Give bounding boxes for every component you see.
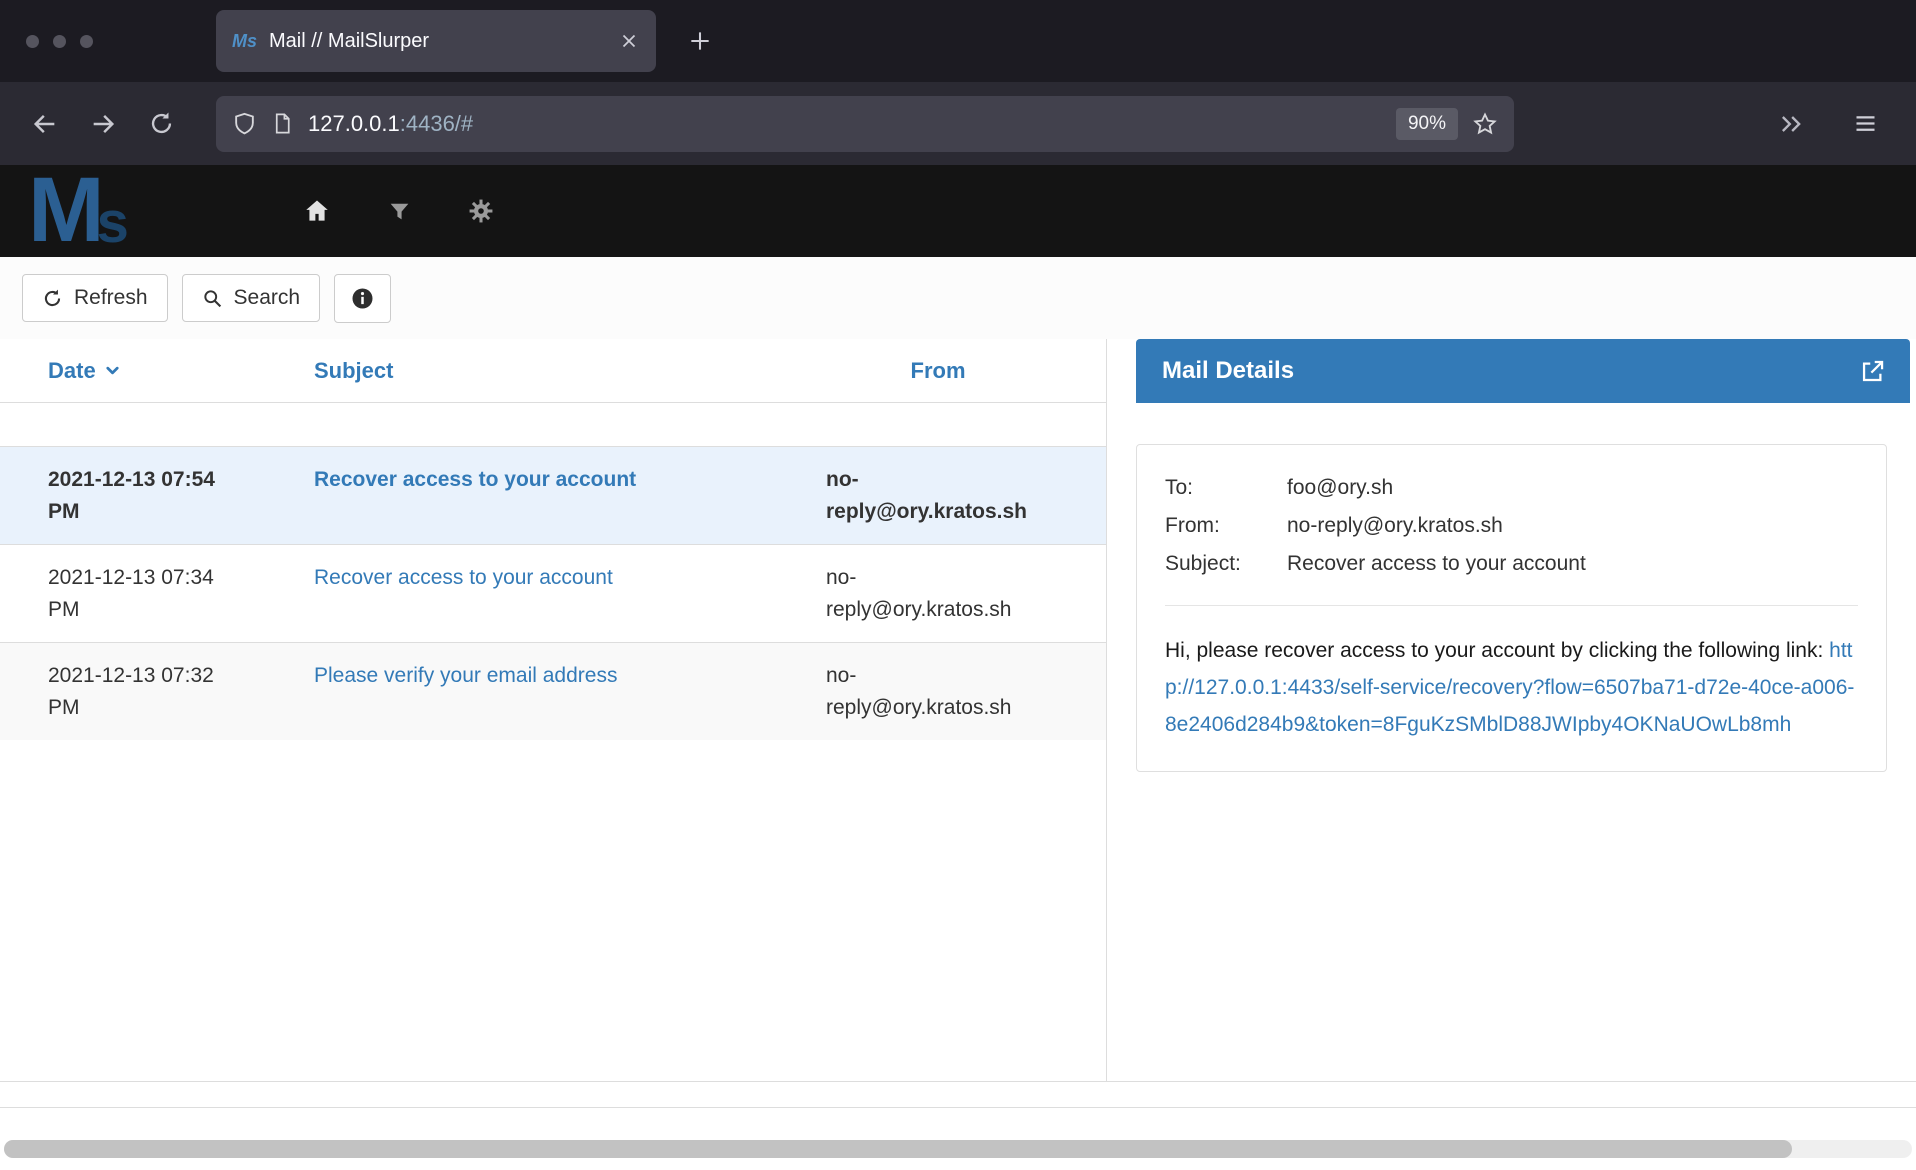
mail-date: 2021-12-13 07:34 PM bbox=[0, 562, 314, 626]
mail-list-panel: Date Subject From 2021-12-13 07:54 PM Re… bbox=[0, 339, 1107, 1081]
logo-m: M bbox=[28, 173, 105, 248]
settings-gear-icon[interactable] bbox=[458, 188, 504, 234]
mail-subject-link[interactable]: Recover access to your account bbox=[314, 566, 613, 589]
details-divider bbox=[1165, 605, 1858, 606]
subject-header-label: Subject bbox=[314, 358, 393, 384]
logo-s: s bbox=[97, 200, 129, 246]
mail-details-card: To: foo@ory.sh From: no-reply@ory.kratos… bbox=[1136, 444, 1887, 772]
mail-from: no-reply@ory.kratos.sh bbox=[810, 660, 1106, 724]
mail-list-row[interactable]: 2021-12-13 07:34 PM Recover access to yo… bbox=[0, 544, 1106, 642]
bookmark-star-icon[interactable] bbox=[1472, 111, 1498, 137]
column-header-subject[interactable]: Subject bbox=[314, 358, 810, 384]
browser-tab-bar: Ms Mail // MailSlurper bbox=[0, 0, 1916, 82]
app-header: M s bbox=[0, 165, 1916, 257]
open-external-icon[interactable] bbox=[1859, 358, 1886, 385]
url-bar[interactable]: 127.0.0.1:4436/# 90% bbox=[216, 96, 1514, 152]
url-host: 127.0.0.1 bbox=[308, 111, 400, 136]
mail-from: no-reply@ory.kratos.sh bbox=[810, 562, 1106, 626]
mail-list-row[interactable]: 2021-12-13 07:54 PM Recover access to yo… bbox=[0, 446, 1106, 544]
tab-close-icon[interactable] bbox=[618, 30, 640, 52]
date-header-label: Date bbox=[48, 358, 96, 384]
horizontal-scrollbar-track bbox=[4, 1140, 1912, 1158]
tab-title: Mail // MailSlurper bbox=[269, 30, 608, 53]
url-text[interactable]: 127.0.0.1:4436/# bbox=[308, 111, 1382, 137]
horizontal-scrollbar-thumb[interactable] bbox=[4, 1140, 1792, 1158]
mail-details-title: Mail Details bbox=[1162, 357, 1859, 385]
back-button[interactable] bbox=[16, 96, 74, 152]
from-label: From: bbox=[1165, 507, 1287, 545]
mail-list-header: Date Subject From bbox=[0, 339, 1106, 403]
detail-to-row: To: foo@ory.sh bbox=[1165, 469, 1858, 507]
home-icon[interactable] bbox=[294, 188, 340, 234]
info-button[interactable] bbox=[334, 274, 391, 323]
browser-tab[interactable]: Ms Mail // MailSlurper bbox=[216, 10, 656, 72]
mail-subject-link[interactable]: Recover access to your account bbox=[314, 468, 636, 491]
mail-body-text: Hi, please recover access to your accoun… bbox=[1165, 639, 1829, 662]
mail-list-row[interactable]: 2021-12-13 07:32 PM Please verify your e… bbox=[0, 642, 1106, 740]
search-label: Search bbox=[234, 286, 301, 310]
mail-rows: 2021-12-13 07:54 PM Recover access to yo… bbox=[0, 446, 1106, 740]
from-header-label: From bbox=[911, 358, 966, 384]
window-dot[interactable] bbox=[80, 35, 93, 48]
window-dot[interactable] bbox=[26, 35, 39, 48]
toolbar: Refresh Search bbox=[0, 257, 1916, 339]
page-info-icon[interactable] bbox=[271, 112, 294, 135]
mailslurper-favicon-icon: Ms bbox=[232, 31, 257, 52]
detail-subject-row: Subject: Recover access to your account bbox=[1165, 545, 1858, 583]
zoom-level-badge[interactable]: 90% bbox=[1396, 108, 1458, 140]
search-button[interactable]: Search bbox=[182, 274, 321, 322]
detail-from-row: From: no-reply@ory.kratos.sh bbox=[1165, 507, 1858, 545]
mail-date: 2021-12-13 07:54 PM bbox=[0, 464, 314, 528]
menu-hamburger-icon[interactable] bbox=[1836, 96, 1894, 152]
column-header-from[interactable]: From bbox=[810, 358, 1106, 384]
search-icon bbox=[202, 288, 223, 309]
mailslurper-logo: M s bbox=[28, 173, 228, 248]
forward-button[interactable] bbox=[74, 96, 132, 152]
subject-value: Recover access to your account bbox=[1287, 545, 1858, 583]
refresh-icon bbox=[42, 288, 63, 309]
refresh-button[interactable]: Refresh bbox=[22, 274, 168, 322]
bottom-strip bbox=[0, 1108, 1916, 1169]
subject-label: Subject: bbox=[1165, 545, 1287, 583]
overflow-chevrons-icon[interactable] bbox=[1762, 96, 1820, 152]
mail-body: Hi, please recover access to your accoun… bbox=[1165, 632, 1858, 743]
bottom-gap bbox=[0, 1082, 1916, 1107]
mail-from: no-reply@ory.kratos.sh bbox=[810, 464, 1118, 528]
mail-subject-link[interactable]: Please verify your email address bbox=[314, 664, 617, 687]
shield-icon[interactable] bbox=[232, 111, 257, 136]
main-content: Date Subject From 2021-12-13 07:54 PM Re… bbox=[0, 339, 1916, 1082]
mail-details-header: Mail Details bbox=[1136, 339, 1910, 403]
mail-details-panel: Mail Details To: foo@ory.sh From: no-rep… bbox=[1107, 339, 1916, 1081]
to-label: To: bbox=[1165, 469, 1287, 507]
from-value: no-reply@ory.kratos.sh bbox=[1287, 507, 1858, 545]
to-value: foo@ory.sh bbox=[1287, 469, 1858, 507]
browser-nav-bar: 127.0.0.1:4436/# 90% bbox=[0, 82, 1916, 165]
sort-chevron-down-icon bbox=[103, 361, 122, 380]
refresh-label: Refresh bbox=[74, 286, 148, 310]
window-dot[interactable] bbox=[53, 35, 66, 48]
new-tab-button[interactable] bbox=[678, 19, 722, 63]
url-port-path: :4436/# bbox=[400, 111, 473, 136]
filter-icon[interactable] bbox=[376, 188, 422, 234]
mail-date: 2021-12-13 07:32 PM bbox=[0, 660, 314, 724]
reload-button[interactable] bbox=[132, 96, 190, 152]
info-icon bbox=[350, 286, 375, 311]
column-header-date[interactable]: Date bbox=[0, 358, 314, 384]
window-controls[interactable] bbox=[0, 35, 120, 48]
